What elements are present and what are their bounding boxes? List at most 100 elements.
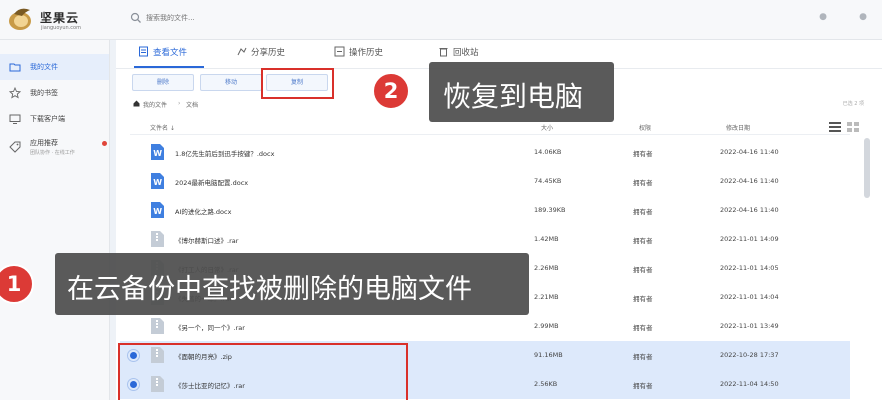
file-size: 1.42MB (534, 235, 559, 243)
brand-url: jianguoyun.com (41, 25, 81, 31)
column-header-name[interactable]: 文件名 ↓ (150, 123, 175, 132)
file-modified-date: 2022-11-01 13:49 (720, 322, 779, 330)
home-icon[interactable] (133, 100, 140, 107)
sidebar-item-label: 应用推荐 (30, 139, 58, 147)
folder-icon (9, 63, 21, 72)
selection-count: 已选 2 项 (842, 101, 864, 107)
column-header-permission[interactable]: 权限 (639, 123, 651, 132)
history-icon (334, 46, 345, 57)
file-size: 91.16MB (534, 351, 563, 359)
archive-file-icon (151, 318, 164, 334)
copy-button-highlight (261, 68, 334, 99)
search-input[interactable] (146, 9, 366, 27)
archive-file-icon (151, 231, 164, 247)
sidebar: 我的文件 我的书签 下载客户端 应用推荐 团队协作 · 在线工作 (0, 40, 110, 400)
word-file-icon: W (151, 173, 164, 189)
top-bar: 坚果云 jianguoyun.com ● ● (0, 0, 882, 40)
tab-label: 分享历史 (251, 48, 286, 58)
file-name[interactable]: 2024最新电脑配置.docx (175, 177, 248, 187)
file-icon (139, 46, 148, 57)
list-view-icon[interactable] (829, 121, 841, 132)
file-name[interactable]: 《另一个，同一个》.rar (175, 322, 245, 332)
file-size: 14.06KB (534, 148, 562, 156)
file-permission: 拥有者 (633, 295, 653, 303)
file-modified-date: 2022-11-01 14:05 (720, 264, 779, 272)
file-modified-date: 2022-10-28 17:37 (720, 351, 779, 359)
step2-text: 恢复到电脑 (443, 80, 584, 113)
tab-label: 回收站 (453, 48, 479, 58)
sidebar-item-label: 下载客户端 (30, 115, 65, 123)
breadcrumb-root[interactable]: 我的文件 (143, 100, 167, 109)
header-divider (130, 134, 850, 135)
notification-dot (102, 141, 107, 146)
file-permission: 拥有者 (633, 382, 653, 390)
app-logo[interactable]: 坚果云 jianguoyun.com (8, 6, 108, 36)
file-permission: 拥有者 (633, 353, 653, 361)
scrollbar[interactable] (864, 138, 870, 198)
tab-share-history[interactable]: 分享历史 (236, 46, 285, 64)
word-file-icon: W (151, 202, 164, 218)
file-permission: 拥有者 (633, 237, 653, 245)
file-permission: 拥有者 (633, 208, 653, 216)
file-permission: 拥有者 (633, 150, 653, 158)
file-permission: 拥有者 (633, 266, 653, 274)
search-icon (130, 12, 141, 23)
file-name[interactable]: AI的进化之路.docx (175, 206, 231, 216)
file-modified-date: 2022-11-04 14:50 (720, 380, 779, 388)
file-modified-date: 2022-11-01 14:04 (720, 293, 779, 301)
table-row[interactable]: 《另一个，同一个》.rar 2.99MB 拥有者 2022-11-01 13:49 (120, 312, 850, 341)
nut-logo-icon (9, 8, 31, 30)
share-icon (237, 47, 247, 56)
table-row[interactable]: W 2024最新电脑配置.docx 74.45KB 拥有者 2022-04-16 11:… (120, 167, 850, 196)
file-name[interactable]: 《博尔赫斯口述》.rar (175, 235, 238, 245)
file-size: 2.26MB (534, 264, 559, 272)
sidebar-item-sublabel: 团队协作 · 在线工作 (30, 150, 75, 156)
file-name[interactable]: 1.8亿先生前后到迅手按键？.docx (175, 148, 274, 158)
step1-text: 在云备份中查找被删除的电脑文件 (67, 274, 472, 305)
selected-files-highlight (118, 343, 408, 400)
file-permission: 拥有者 (633, 179, 653, 187)
monitor-icon (9, 114, 21, 124)
tab-view-files[interactable]: 查看文件 (138, 46, 187, 64)
file-permission: 拥有者 (633, 324, 653, 332)
breadcrumb-current[interactable]: 文档 (186, 100, 198, 109)
delete-button[interactable]: 删除 (132, 74, 194, 91)
breadcrumb-separator: › (178, 100, 181, 107)
tab-operation-history[interactable]: 操作历史 (334, 46, 383, 64)
grid-view-icon[interactable] (847, 121, 859, 132)
column-header-size[interactable]: 大小 (541, 123, 553, 132)
move-button[interactable]: 移动 (200, 74, 262, 91)
file-modified-date: 2022-04-16 11:40 (720, 148, 779, 156)
step2-badge: 2 (372, 72, 410, 110)
star-icon (9, 87, 21, 99)
sidebar-item-bookmarks[interactable]: 我的书签 (0, 80, 109, 106)
brand-name: 坚果云 (40, 11, 80, 25)
svg-text:W: W (153, 178, 162, 187)
svg-text:W: W (153, 149, 162, 158)
table-row[interactable]: 《博尔赫斯口述》.rar 1.42MB 拥有者 2022-11-01 14:09 (120, 225, 850, 254)
user-menu-icon[interactable]: ● (858, 12, 868, 22)
column-header-date[interactable]: 修改日期 (726, 123, 750, 132)
file-modified-date: 2022-04-16 11:40 (720, 206, 779, 214)
sidebar-item-label: 我的书签 (30, 89, 58, 97)
file-modified-date: 2022-04-16 11:40 (720, 177, 779, 185)
sidebar-item-app-recommend[interactable]: 应用推荐 团队协作 · 在线工作 (0, 134, 109, 164)
sidebar-item-download-client[interactable]: 下载客户端 (0, 106, 109, 132)
file-modified-date: 2022-11-01 14:09 (720, 235, 779, 243)
menu-dot-icon[interactable]: ● (818, 12, 828, 22)
sidebar-item-my-files[interactable]: 我的文件 (0, 54, 109, 80)
tab-label: 操作历史 (349, 48, 384, 58)
svg-text:W: W (153, 207, 162, 216)
trash-icon (439, 48, 448, 57)
sidebar-item-label: 我的文件 (30, 63, 58, 71)
table-row[interactable]: W 1.8亿先生前后到迅手按键？.docx 14.06KB 拥有者 2022-04-16… (120, 138, 850, 167)
word-file-icon: W (151, 144, 164, 160)
tab-label: 查看文件 (153, 48, 188, 58)
step1-callout: 在云备份中查找被删除的电脑文件 (55, 253, 529, 315)
table-row[interactable]: W AI的进化之路.docx 189.39KB 拥有者 2022-04-16 11:40 (120, 196, 850, 225)
file-size: 2.21MB (534, 293, 559, 301)
tag-icon (9, 141, 21, 153)
file-size: 2.99MB (534, 322, 559, 330)
file-size: 189.39KB (534, 206, 566, 214)
file-size: 2.56KB (534, 380, 558, 388)
